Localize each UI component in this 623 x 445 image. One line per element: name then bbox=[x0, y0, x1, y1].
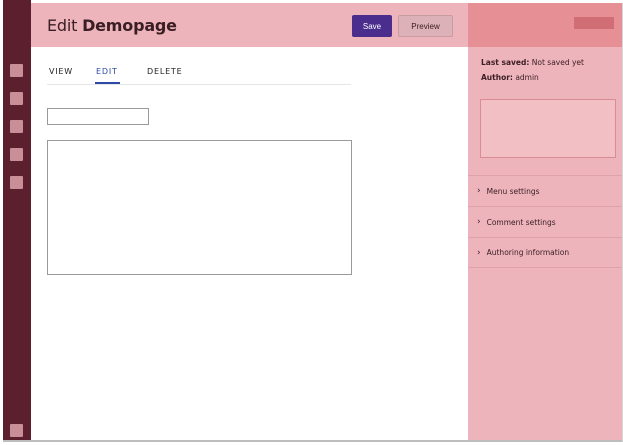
save-button[interactable]: Save bbox=[352, 15, 392, 37]
page: Edit Demopage Save Preview VIEW EDIT DEL… bbox=[0, 0, 623, 445]
title-input[interactable] bbox=[47, 108, 149, 125]
last-saved-label: Last saved: bbox=[481, 58, 530, 67]
comment-settings-section[interactable]: › Comment settings bbox=[468, 206, 622, 237]
toolbar-item-2-icon[interactable] bbox=[10, 92, 23, 105]
last-saved-meta: Last saved: Not saved yet bbox=[481, 58, 584, 67]
author-value: admin bbox=[515, 73, 539, 82]
chevron-right-icon: › bbox=[477, 247, 481, 258]
authoring-information-label: Authoring information bbox=[486, 248, 570, 257]
settings-sidebar: Last saved: Not saved yet Author: admin … bbox=[468, 3, 622, 440]
menu-settings-label: Menu settings bbox=[486, 186, 540, 196]
page-title: Edit Demopage bbox=[47, 16, 177, 35]
toolbar-item-1-icon[interactable] bbox=[10, 64, 23, 77]
page-header: Edit Demopage Save Preview bbox=[31, 3, 468, 47]
toolbar-item-3-icon[interactable] bbox=[10, 120, 23, 133]
menu-settings-section[interactable]: › Menu settings bbox=[468, 175, 622, 206]
comment-settings-label: Comment settings bbox=[486, 217, 556, 227]
tab-delete[interactable]: DELETE bbox=[147, 67, 182, 76]
toolbar-bottom-icon[interactable] bbox=[10, 424, 23, 437]
frame-shadow bbox=[3, 440, 622, 442]
sidebar-header-placeholder bbox=[574, 17, 614, 29]
sidebar-header bbox=[468, 3, 622, 47]
preview-button[interactable]: Preview bbox=[398, 15, 453, 37]
tab-bar: VIEW EDIT DELETE bbox=[47, 64, 351, 85]
authoring-information-section[interactable]: › Authoring information bbox=[468, 237, 622, 268]
revision-log-box[interactable] bbox=[480, 99, 616, 158]
admin-toolbar bbox=[3, 0, 31, 440]
last-saved-value: Not saved yet bbox=[531, 58, 584, 67]
toolbar-item-5-icon[interactable] bbox=[10, 176, 23, 189]
page-title-name: Demopage bbox=[82, 16, 177, 35]
active-tab-indicator bbox=[95, 82, 120, 84]
chevron-right-icon: › bbox=[477, 186, 481, 196]
author-label: Author: bbox=[481, 73, 513, 82]
body-textarea[interactable] bbox=[47, 140, 352, 275]
toolbar-item-4-icon[interactable] bbox=[10, 148, 23, 161]
page-title-prefix: Edit bbox=[47, 16, 78, 35]
tab-edit[interactable]: EDIT bbox=[96, 67, 118, 76]
author-meta: Author: admin bbox=[481, 73, 539, 82]
tab-view[interactable]: VIEW bbox=[49, 67, 73, 76]
chevron-right-icon: › bbox=[477, 217, 481, 227]
